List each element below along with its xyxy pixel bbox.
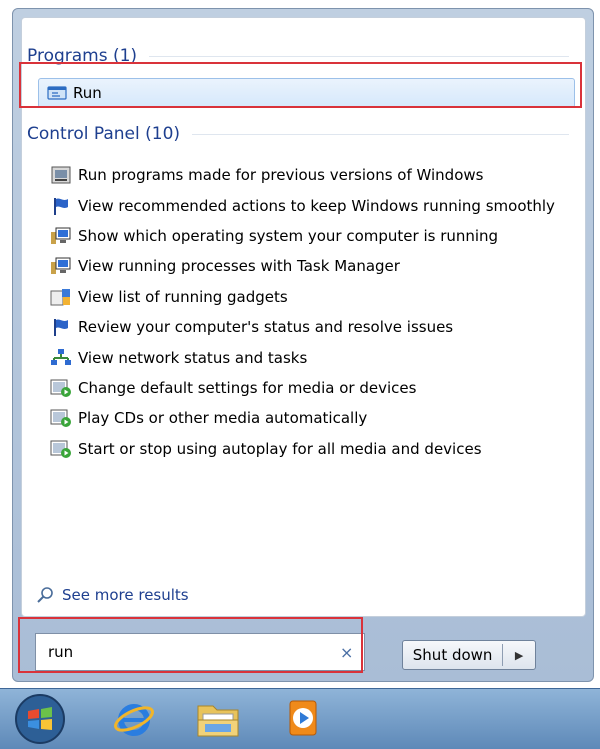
control-panel-item[interactable]: View recommended actions to keep Windows… — [50, 190, 590, 220]
start-orb-icon[interactable] — [12, 693, 68, 745]
search-input[interactable] — [46, 642, 330, 662]
shutdown-options-arrow-icon[interactable]: ▶ — [503, 649, 535, 662]
section-divider — [192, 133, 569, 135]
clear-search-icon[interactable]: × — [340, 643, 353, 662]
run-icon — [47, 84, 67, 102]
system-computer-icon — [50, 226, 72, 246]
start-menu: Programs (1) Run Control Panel (10) Run … — [12, 8, 594, 682]
control-panel-item[interactable]: View list of running gadgets — [50, 282, 590, 312]
media-player-icon[interactable] — [276, 693, 332, 745]
control-panel-section-header[interactable]: Control Panel (10) — [27, 120, 577, 148]
programs-section-header[interactable]: Programs (1) — [27, 42, 577, 70]
search-icon — [36, 586, 54, 604]
control-panel-item-label: View list of running gadgets — [78, 287, 288, 306]
taskbar — [0, 688, 600, 749]
see-more-results-link[interactable]: See more results — [36, 586, 189, 604]
autoplay-icon — [50, 408, 72, 428]
internet-explorer-icon[interactable] — [106, 693, 162, 745]
program-item-label: Run — [73, 84, 102, 102]
control-panel-item-label: Change default settings for media or dev… — [78, 378, 417, 397]
see-more-results-label: See more results — [62, 586, 189, 604]
control-panel-item-label: Show which operating system your compute… — [78, 226, 499, 245]
network-icon — [50, 348, 72, 368]
compatibility-icon — [50, 165, 72, 185]
control-panel-item-label: View running processes with Task Manager — [78, 257, 400, 276]
control-panel-item[interactable]: Change default settings for media or dev… — [50, 373, 590, 403]
shutdown-button[interactable]: Shut down — [403, 646, 502, 664]
control-panel-item-label: Start or stop using autoplay for all med… — [78, 439, 482, 458]
control-panel-item-label: View network status and tasks — [78, 348, 308, 367]
search-box[interactable]: × — [35, 633, 365, 671]
shutdown-split-button: Shut down ▶ — [402, 640, 536, 670]
control-panel-item[interactable]: View network status and tasks — [50, 342, 590, 372]
section-divider — [149, 55, 569, 57]
control-panel-item[interactable]: Show which operating system your compute… — [50, 221, 590, 251]
control-panel-item[interactable]: Run programs made for previous versions … — [50, 160, 590, 190]
programs-header-label: Programs (1) — [27, 46, 138, 66]
windows-explorer-icon[interactable] — [190, 693, 246, 745]
control-panel-item[interactable]: Review your computer's status and resolv… — [50, 312, 590, 342]
action-center-flag-icon — [50, 196, 72, 216]
program-item-run[interactable]: Run — [38, 78, 575, 108]
control-panel-item-label: Play CDs or other media automatically — [78, 409, 368, 428]
control-panel-item[interactable]: Play CDs or other media automatically — [50, 403, 590, 433]
control-panel-results-list: Run programs made for previous versions … — [50, 160, 590, 464]
action-center-flag-icon — [50, 317, 72, 337]
gadgets-icon — [50, 287, 72, 307]
system-computer-icon — [50, 256, 72, 276]
control-panel-item-label: Review your computer's status and resolv… — [78, 318, 454, 337]
autoplay-icon — [50, 439, 72, 459]
control-panel-item-label: View recommended actions to keep Windows… — [78, 196, 555, 215]
autoplay-icon — [50, 378, 72, 398]
control-panel-header-label: Control Panel (10) — [27, 124, 181, 144]
control-panel-item-label: Run programs made for previous versions … — [78, 166, 484, 185]
search-results-pane: Programs (1) Run Control Panel (10) Run … — [21, 17, 586, 617]
control-panel-item[interactable]: Start or stop using autoplay for all med… — [50, 434, 590, 464]
control-panel-item[interactable]: View running processes with Task Manager — [50, 251, 590, 281]
